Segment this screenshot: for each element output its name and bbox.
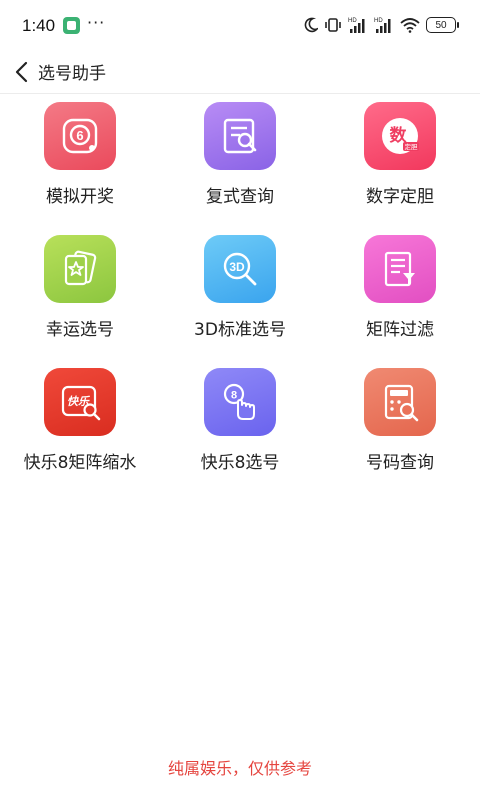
tile-happy8-matrix[interactable]: 快乐 快乐8矩阵缩水 [0,368,160,473]
svg-text:6: 6 [76,128,83,143]
filter-document-icon [364,235,436,303]
tap-number-icon: 8 [204,368,276,436]
tile-label: 快乐8选号 [200,453,280,473]
wifi-icon [400,18,420,33]
tile-label: 号码查询 [366,453,434,473]
number-lock-icon: 数定胆 [364,102,436,170]
vibrate-icon [325,18,341,32]
3d-search-icon: 3D [204,235,276,303]
signal-hd-2-icon: HD [374,18,391,33]
svg-text:HD: HD [348,18,357,24]
moon-icon [304,17,318,33]
svg-text:8: 8 [231,390,237,402]
tile-lucky-pick[interactable]: 幸运选号 [0,235,160,340]
back-arrow-icon[interactable] [12,58,34,86]
document-search-icon [204,102,276,170]
feature-grid: 6 模拟开奖 复式查询 数定胆 数字定胆 幸运选号 3D 3D标准选号 矩阵过滤 [0,102,480,473]
app-bar: 选号助手 [0,50,480,94]
status-time: 1:40 [22,16,56,35]
tile-number-dan[interactable]: 数定胆 数字定胆 [320,102,480,207]
tile-label: 矩阵过滤 [366,320,434,340]
tile-label: 复式查询 [206,187,274,207]
svg-text:定胆: 定胆 [405,142,419,151]
tile-label: 快乐8矩阵缩水 [23,453,137,473]
battery-icon: 50 [426,17,459,33]
svg-text:HD: HD [374,18,383,24]
happy8-matrix-icon: 快乐 [44,368,116,436]
tile-simulated-draw[interactable]: 6 模拟开奖 [0,102,160,207]
tile-number-query[interactable]: 号码查询 [320,368,480,473]
tile-happy8-pick[interactable]: 8 快乐8选号 [160,368,320,473]
tile-3d-standard-pick[interactable]: 3D 3D标准选号 [160,235,320,340]
disclaimer-text: 纯属娱乐，仅供参考 [167,759,312,778]
system-status-icons: HD HD 50 [304,14,459,36]
lucky-cards-icon [44,235,116,303]
tile-label: 数字定胆 [366,187,434,207]
tile-label: 3D标准选号 [194,320,286,340]
tile-matrix-filter[interactable]: 矩阵过滤 [320,235,480,340]
svg-text:3D: 3D [229,260,245,274]
signal-hd-1-icon: HD [348,18,365,33]
status-bar: 1:40 ··· HD HD 50 [0,0,480,50]
more-notifications-icon: ··· [87,13,106,32]
page-title: 选号助手 [38,64,106,84]
tile-label: 幸运选号 [46,320,114,340]
calculator-search-icon [364,368,436,436]
tile-compound-query[interactable]: 复式查询 [160,102,320,207]
lottery-ball-icon: 6 [44,102,116,170]
notification-app-icon [63,17,80,34]
battery-level: 50 [435,19,447,31]
tile-label: 模拟开奖 [46,187,114,207]
